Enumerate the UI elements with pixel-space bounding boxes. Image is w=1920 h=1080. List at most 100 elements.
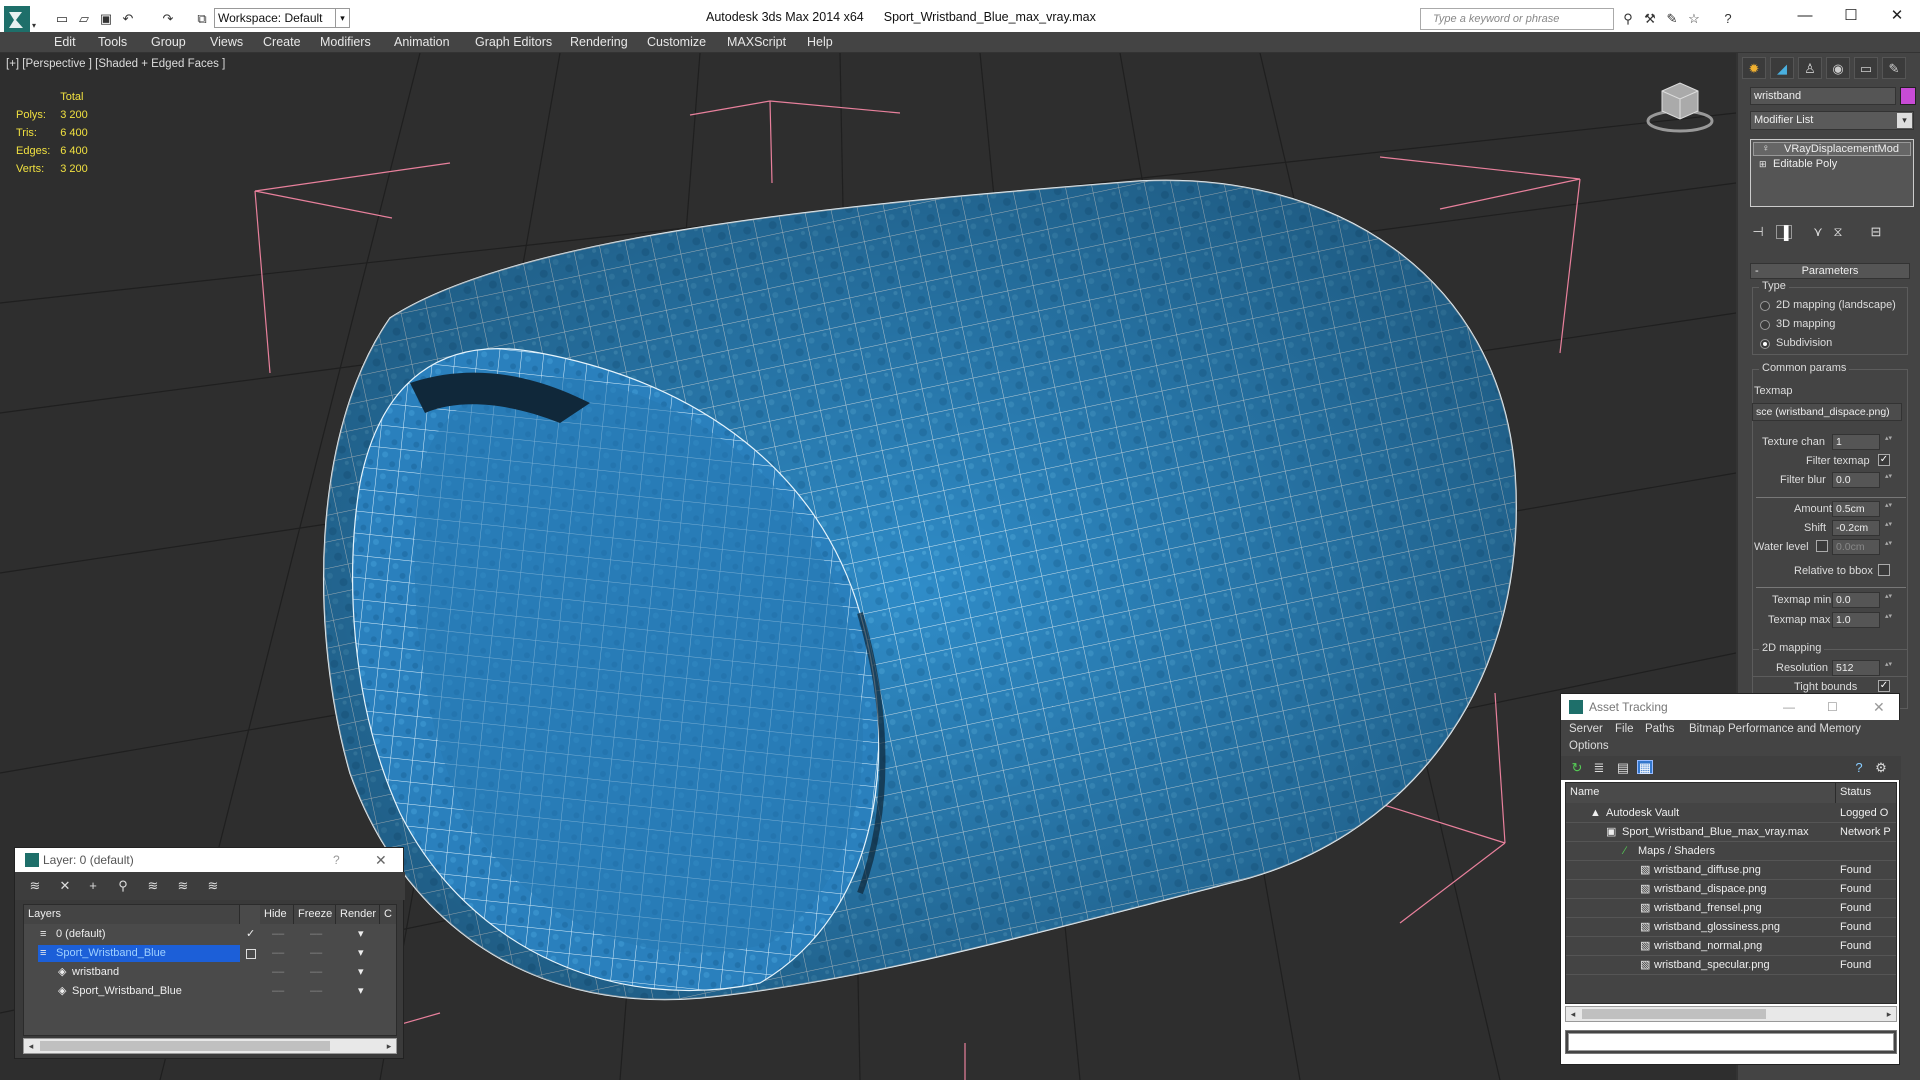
menu-group[interactable]: Group: [151, 32, 186, 53]
show-end-result-icon[interactable]: ▐: [1776, 225, 1792, 240]
open-file-icon[interactable]: ▱: [76, 12, 92, 26]
relative-bbox-checkbox[interactable]: [1878, 564, 1890, 576]
configure-modifier-sets-icon[interactable]: ⊟: [1868, 225, 1884, 239]
search-input[interactable]: Type a keyword or phrase: [1420, 8, 1614, 30]
asset-row[interactable]: ∕ Maps / Shaders: [1566, 842, 1896, 861]
asset-row[interactable]: ▧ wristband_frensel.png Found: [1566, 899, 1896, 918]
refresh-icon[interactable]: ↻: [1569, 761, 1585, 775]
menu-maxscript[interactable]: MAXScript: [727, 32, 786, 53]
select-in-layer-icon[interactable]: ⚲: [115, 879, 131, 893]
texmap-max-spinner[interactable]: 1.0: [1832, 612, 1893, 628]
scroll-right-icon[interactable]: ▸: [382, 1039, 396, 1053]
hide-toggle[interactable]: ––: [272, 944, 284, 963]
amount-spinner[interactable]: 0.5cm: [1832, 501, 1893, 517]
freeze-toggle[interactable]: ––: [310, 925, 322, 944]
texmap-button[interactable]: sce (wristband_dispace.png): [1752, 403, 1902, 421]
scroll-thumb[interactable]: [1582, 1009, 1766, 1019]
settings-icon[interactable]: ⚙: [1873, 761, 1889, 775]
layer-row[interactable]: ≡ 0 (default) ✓ –– –– ▾: [24, 925, 396, 944]
binoculars-icon[interactable]: ⚲: [1620, 12, 1636, 26]
asset-row[interactable]: ▧ wristband_dispace.png Found: [1566, 880, 1896, 899]
render-teapot-icon[interactable]: ▾: [358, 944, 364, 963]
modifier-list-dropdown[interactable]: Modifier List ▾: [1750, 111, 1914, 130]
current-layer-box[interactable]: [246, 949, 256, 959]
horizontal-scrollbar[interactable]: ◂ ▸: [1565, 1006, 1897, 1022]
menu-views[interactable]: Views: [210, 32, 243, 53]
delete-layer-icon[interactable]: ✕: [57, 879, 73, 893]
help-icon[interactable]: ?: [1720, 12, 1736, 26]
asset-row[interactable]: ▲ Autodesk Vault Logged O: [1566, 804, 1896, 823]
radio-2d-mapping[interactable]: [1760, 301, 1770, 311]
close-icon[interactable]: ✕: [1882, 6, 1912, 26]
menu-server[interactable]: Server: [1569, 723, 1603, 735]
water-level-spinner[interactable]: 0.0cm: [1832, 539, 1893, 555]
subscription-icon[interactable]: ⚒: [1642, 12, 1658, 26]
freeze-toggle[interactable]: ––: [310, 963, 322, 982]
lightbulb-icon[interactable]: ♀: [1762, 143, 1770, 155]
asset-row[interactable]: ▧ wristband_glossiness.png Found: [1566, 918, 1896, 937]
hide-toggle[interactable]: ––: [272, 982, 284, 1001]
expand-plus-icon[interactable]: ⊞: [1759, 158, 1767, 170]
resolution-spinner[interactable]: 512: [1832, 660, 1893, 676]
scroll-left-icon[interactable]: ◂: [24, 1039, 38, 1053]
help-icon[interactable]: ?: [1851, 761, 1867, 775]
create-tab-icon[interactable]: ✹: [1742, 57, 1766, 79]
hide-toggle[interactable]: ––: [272, 925, 284, 944]
menu-modifiers[interactable]: Modifiers: [320, 32, 371, 53]
highlight-layer-icon[interactable]: ≋: [145, 879, 161, 893]
radio-subdivision[interactable]: [1760, 339, 1770, 349]
table-view-icon[interactable]: ▦: [1637, 760, 1653, 775]
maximize-icon[interactable]: ☐: [1827, 694, 1838, 720]
favorites-star-icon[interactable]: ☆: [1686, 12, 1702, 26]
column-header-layers[interactable]: Layers: [24, 905, 240, 924]
filter-texmap-checkbox[interactable]: ✓: [1878, 454, 1890, 466]
create-layer-icon[interactable]: ≋: [27, 879, 43, 893]
texture-chan-spinner[interactable]: 1: [1832, 434, 1893, 450]
render-teapot-icon[interactable]: ▾: [358, 982, 364, 1001]
column-header-hide[interactable]: Hide: [260, 905, 294, 924]
close-icon[interactable]: ✕: [375, 848, 387, 872]
app-logo-icon[interactable]: ▾: [4, 6, 38, 34]
menu-edit[interactable]: Edit: [54, 32, 76, 53]
stack-item-editable-poly[interactable]: ⊞ Editable Poly: [1753, 158, 1911, 172]
hierarchy-tab-icon[interactable]: ♙: [1798, 57, 1822, 79]
redo-icon[interactable]: ↷: [160, 12, 176, 26]
menu-animation[interactable]: Animation: [394, 32, 450, 53]
column-header-freeze[interactable]: Freeze: [294, 905, 336, 924]
object-name-field[interactable]: wristband: [1750, 87, 1896, 105]
radio-3d-mapping[interactable]: [1760, 320, 1770, 330]
hide-toggle[interactable]: ––: [272, 963, 284, 982]
menu-options[interactable]: Options: [1569, 740, 1609, 752]
menu-graph-editors[interactable]: Graph Editors: [475, 32, 552, 53]
help-icon[interactable]: ?: [333, 848, 340, 872]
hide-all-layers-icon[interactable]: ≋: [175, 879, 191, 893]
layer-row[interactable]: ◈ Sport_Wristband_Blue –– –– ▾: [24, 982, 396, 1001]
tight-bounds-checkbox[interactable]: ✓: [1878, 680, 1890, 692]
column-header-name[interactable]: Name: [1566, 783, 1836, 803]
column-header-status[interactable]: Status: [1836, 783, 1896, 803]
menu-file[interactable]: File: [1615, 723, 1634, 735]
checkmark-icon[interactable]: ✓: [246, 925, 255, 944]
freeze-all-layers-icon[interactable]: ≋: [205, 879, 221, 893]
scroll-left-icon[interactable]: ◂: [1566, 1007, 1580, 1021]
close-icon[interactable]: ✕: [1873, 694, 1885, 720]
add-to-layer-icon[interactable]: +: [85, 879, 101, 893]
water-level-checkbox[interactable]: [1816, 540, 1828, 552]
render-teapot-icon[interactable]: ▾: [358, 963, 364, 982]
horizontal-scrollbar[interactable]: ◂ ▸: [23, 1038, 397, 1054]
menu-bitmap-performance[interactable]: Bitmap Performance and Memory: [1689, 723, 1861, 735]
detail-view-icon[interactable]: ▤: [1615, 761, 1631, 775]
utilities-tab-icon[interactable]: ✎: [1882, 57, 1906, 79]
column-header-color[interactable]: C: [380, 905, 396, 924]
asset-row[interactable]: ▧ wristband_normal.png Found: [1566, 937, 1896, 956]
asset-row[interactable]: ▧ wristband_specular.png Found: [1566, 956, 1896, 975]
make-unique-icon[interactable]: ⋎: [1810, 225, 1826, 239]
minimize-icon[interactable]: —: [1790, 6, 1820, 26]
layer-row[interactable]: ◈ wristband –– –– ▾: [24, 963, 396, 982]
freeze-toggle[interactable]: ––: [310, 982, 322, 1001]
save-file-icon[interactable]: ▣: [98, 12, 114, 26]
workspace-dropdown[interactable]: Workspace: Default ▾: [214, 8, 350, 28]
motion-tab-icon[interactable]: ◉: [1826, 57, 1850, 79]
new-file-icon[interactable]: ▭: [54, 12, 70, 26]
viewport-label[interactable]: [+] [Perspective ] [Shaded + Edged Faces…: [6, 58, 225, 70]
